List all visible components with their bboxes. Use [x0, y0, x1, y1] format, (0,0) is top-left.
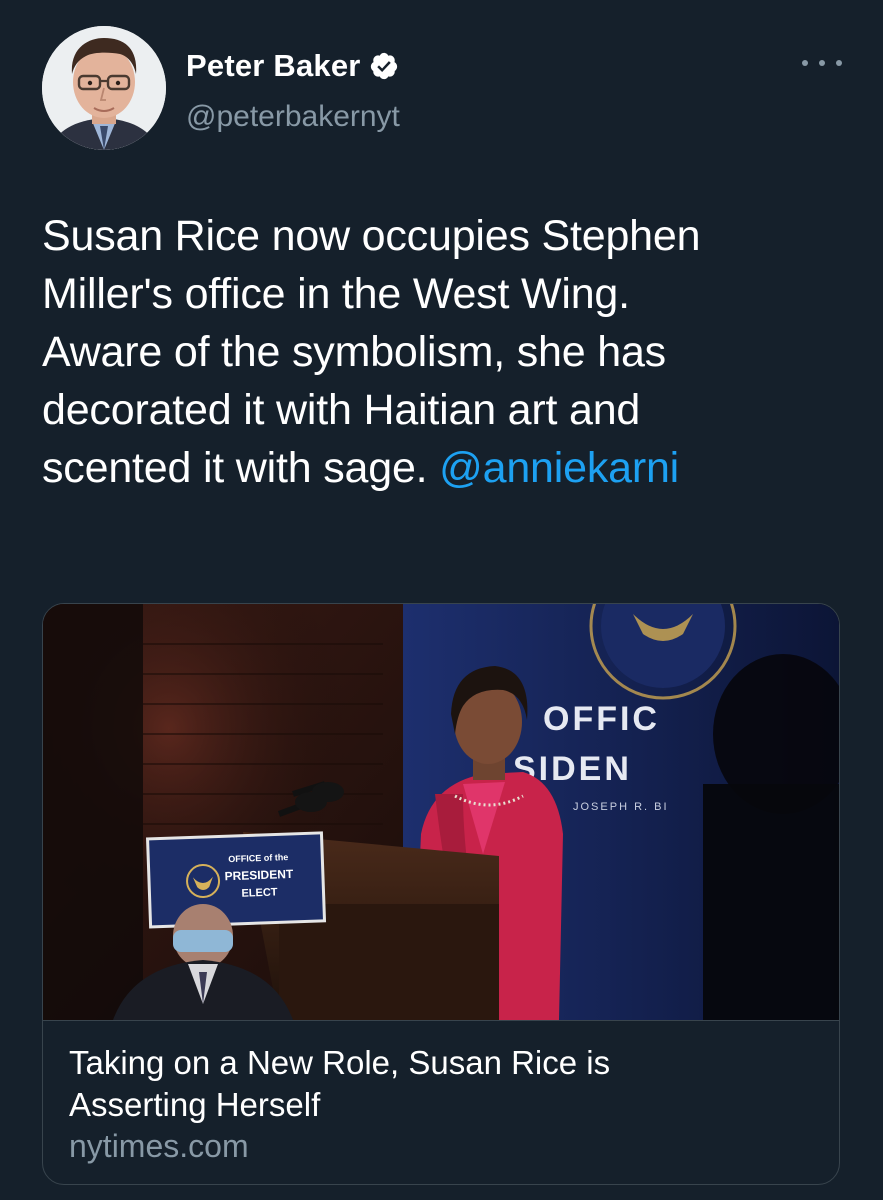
- tweet-text: Susan Rice now occupies Stephen Miller's…: [42, 207, 842, 497]
- more-options-icon[interactable]: [802, 56, 842, 70]
- display-name-row: Peter Baker: [186, 48, 399, 84]
- tweet-text-line: Miller's office in the West Wing.: [42, 270, 630, 318]
- display-name[interactable]: Peter Baker: [186, 48, 361, 84]
- verified-badge-icon: [369, 51, 399, 81]
- podium-sign-line: OFFICE of the: [228, 852, 288, 864]
- tweet-text-line: scented it with sage.: [42, 444, 440, 492]
- podium-sign-line: ELECT: [241, 886, 278, 899]
- tweet-text-line: Aware of the symbolism, she has: [42, 328, 666, 376]
- tweet: Peter Baker @peterbakernyt Susan Rice no…: [0, 0, 883, 1200]
- tweet-text-line-last: scented it with sage. @anniekarni: [42, 439, 842, 497]
- backdrop-text-line: OFFIC: [543, 700, 660, 738]
- backdrop-text-line: JOSEPH R. BI: [573, 801, 669, 813]
- card-title[interactable]: Taking on a New Role, Susan Rice is Asse…: [69, 1042, 809, 1126]
- tweet-header: Peter Baker @peterbakernyt: [42, 26, 842, 150]
- tweet-text-line: decorated it with Haitian art and: [42, 386, 641, 434]
- tweet-text-line: Susan Rice now occupies Stephen: [42, 212, 701, 260]
- link-card[interactable]: OFFIC SIDEN JOSEPH R. BI OFFICE of the P…: [42, 603, 840, 1185]
- avatar[interactable]: [42, 26, 166, 150]
- card-title-line: Taking on a New Role, Susan Rice is: [69, 1044, 611, 1081]
- mention-link[interactable]: @anniekarni: [439, 444, 679, 492]
- card-domain: nytimes.com: [69, 1128, 249, 1164]
- card-title-line: Asserting Herself: [69, 1086, 321, 1123]
- handle[interactable]: @peterbakernyt: [186, 100, 400, 134]
- card-divider: [43, 1020, 839, 1021]
- podium-sign-line: PRESIDENT: [224, 867, 294, 883]
- card-image[interactable]: OFFIC SIDEN JOSEPH R. BI OFFICE of the P…: [43, 604, 839, 1020]
